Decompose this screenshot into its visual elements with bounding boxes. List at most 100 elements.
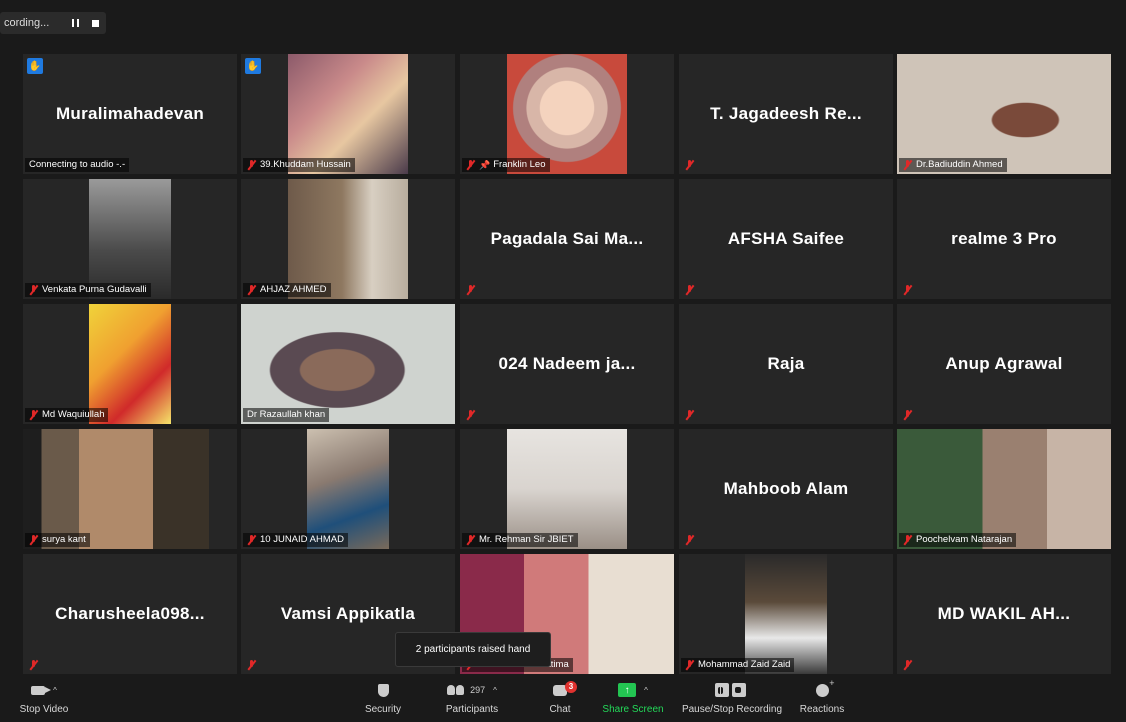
mic-muted-icon bbox=[466, 160, 475, 170]
participant-tile-afsha[interactable]: AFSHA Saifee bbox=[679, 179, 893, 299]
participant-tile-poochelvam[interactable]: Poochelvam Natarajan bbox=[897, 429, 1111, 549]
participant-tile-charusheela[interactable]: Charusheela098... bbox=[23, 554, 237, 674]
chat-label: Chat bbox=[549, 704, 571, 715]
participant-tile-surya[interactable]: surya kant bbox=[23, 429, 237, 549]
participant-name-label bbox=[899, 408, 920, 422]
participant-tile-badiuddin[interactable]: Dr.Badiuddin Ahmed bbox=[897, 54, 1111, 174]
participant-name-label bbox=[681, 408, 702, 422]
mic-muted-icon bbox=[29, 410, 38, 420]
participants-count: 297 bbox=[470, 685, 486, 695]
participant-tile-wakil[interactable]: MD WAKIL AH... bbox=[897, 554, 1111, 674]
participant-name: Mr. Rehman Sir JBIET bbox=[479, 534, 574, 545]
participant-tile-zaid[interactable]: Mohammad Zaid Zaid bbox=[679, 554, 893, 674]
mic-muted-icon bbox=[247, 660, 256, 670]
top-bar: cording... bbox=[0, 0, 1126, 44]
participant-name-label bbox=[462, 283, 483, 297]
chevron-up-icon[interactable]: ^ bbox=[493, 686, 497, 695]
chat-icon: 3 bbox=[553, 680, 577, 696]
participant-name: Mohammad Zaid Zaid bbox=[698, 659, 791, 670]
participant-tile-rehman[interactable]: Mr. Rehman Sir JBIET bbox=[460, 429, 674, 549]
participant-tile-muralimahadevan[interactable]: Muralimahadevan ✋ Connecting to audio -.- bbox=[23, 54, 237, 174]
mic-muted-icon bbox=[466, 410, 475, 420]
participant-name-label: surya kant bbox=[25, 533, 90, 547]
participant-display-name: realme 3 Pro bbox=[951, 229, 1057, 248]
chat-button[interactable]: 3 Chat bbox=[540, 676, 580, 722]
participant-tile-waquiullah[interactable]: Md Waquiullah bbox=[23, 304, 237, 424]
participant-name-label: Dr.Badiuddin Ahmed bbox=[899, 158, 1007, 172]
stop-recording-button[interactable] bbox=[88, 16, 102, 30]
mic-muted-icon bbox=[685, 285, 694, 295]
video-feed bbox=[89, 179, 171, 299]
security-button[interactable]: Security bbox=[359, 676, 407, 722]
mic-muted-icon bbox=[903, 535, 912, 545]
participant-tile-razaullah[interactable]: Dr Razaullah khan bbox=[241, 304, 455, 424]
share-screen-button[interactable]: ↑ ^ Share Screen bbox=[600, 676, 666, 722]
participant-name-label bbox=[243, 658, 264, 672]
mic-muted-icon bbox=[29, 660, 38, 670]
participant-name: 10 JUNAID AHMAD bbox=[260, 534, 344, 545]
video-feed bbox=[241, 304, 455, 424]
share-screen-label: Share Screen bbox=[602, 704, 664, 715]
stop-icon bbox=[91, 19, 99, 27]
mic-muted-icon bbox=[903, 160, 912, 170]
mic-muted-icon bbox=[685, 160, 694, 170]
participant-tile-mahboob[interactable]: Mahboob Alam bbox=[679, 429, 893, 549]
video-feed bbox=[897, 429, 1111, 549]
participant-tile-franklin[interactable]: 📌 Franklin Leo bbox=[460, 54, 674, 174]
pause-recording-button[interactable] bbox=[68, 16, 82, 30]
participant-tile-khuddam[interactable]: ✋ 39.Khuddam Hussain bbox=[241, 54, 455, 174]
video-feed bbox=[288, 179, 408, 299]
participant-tile-ahjaz[interactable]: AHJAZ AHMED bbox=[241, 179, 455, 299]
participant-tile-venkata[interactable]: Venkata Purna Gudavalli bbox=[23, 179, 237, 299]
chevron-up-icon[interactable]: ^ bbox=[644, 686, 648, 695]
participant-tile-nadeem[interactable]: 024 Nadeem ja... bbox=[460, 304, 674, 424]
mic-muted-icon bbox=[466, 285, 475, 295]
participant-name: Dr Razaullah khan bbox=[247, 409, 326, 420]
reaction-icon bbox=[815, 678, 835, 697]
mic-muted-icon bbox=[29, 285, 38, 295]
participant-tile-anup[interactable]: Anup Agrawal bbox=[897, 304, 1111, 424]
mic-muted-icon bbox=[247, 535, 256, 545]
participant-tile-realme[interactable]: realme 3 Pro bbox=[897, 179, 1111, 299]
participant-tile-jagadeesh[interactable]: T. Jagadeesh Re... bbox=[679, 54, 893, 174]
video-feed bbox=[288, 54, 408, 174]
participant-name-label: 10 JUNAID AHMAD bbox=[243, 533, 348, 547]
pause-stop-label: Pause/Stop Recording bbox=[681, 704, 783, 715]
participant-name-label: Connecting to audio -.- bbox=[25, 158, 130, 172]
participant-display-name: Raja bbox=[767, 354, 805, 373]
chat-unread-badge: 3 bbox=[565, 680, 577, 693]
pause-icon bbox=[71, 19, 79, 27]
security-label: Security bbox=[364, 704, 402, 715]
participant-name-label bbox=[681, 283, 702, 297]
participant-name: surya kant bbox=[42, 534, 86, 545]
reactions-button[interactable]: Reactions bbox=[798, 676, 846, 722]
participant-display-name: T. Jagadeesh Re... bbox=[710, 104, 862, 123]
participant-tile-raja[interactable]: Raja bbox=[679, 304, 893, 424]
participant-name: Franklin Leo bbox=[493, 159, 546, 170]
raised-hand-tooltip: 2 participants raised hand bbox=[395, 632, 551, 667]
recording-indicator: cording... bbox=[0, 12, 106, 34]
recording-label: cording... bbox=[4, 17, 50, 29]
video-feed bbox=[307, 429, 389, 549]
participant-name-label bbox=[681, 533, 702, 547]
mic-muted-icon bbox=[247, 285, 256, 295]
mic-muted-icon bbox=[685, 535, 694, 545]
participant-name-label: Venkata Purna Gudavalli bbox=[25, 283, 151, 297]
chevron-up-icon[interactable]: ^ bbox=[53, 686, 57, 695]
pin-icon: 📌 bbox=[479, 160, 491, 170]
pause-stop-recording-button[interactable]: Pause/Stop Recording bbox=[680, 676, 784, 722]
participants-label: Participants bbox=[445, 704, 499, 715]
participant-display-name: Charusheela098... bbox=[55, 604, 205, 623]
participant-display-name: Mahboob Alam bbox=[723, 479, 849, 498]
recording-controls-icon bbox=[715, 683, 749, 697]
participant-tile-pagadala[interactable]: Pagadala Sai Ma... bbox=[460, 179, 674, 299]
video-feed bbox=[89, 304, 171, 424]
participant-tile-junaid[interactable]: 10 JUNAID AHMAD bbox=[241, 429, 455, 549]
participants-button[interactable]: 297 ^ Participants bbox=[440, 676, 504, 722]
participant-name-label: Poochelvam Natarajan bbox=[899, 533, 1017, 547]
stop-video-button[interactable]: ^ Stop Video bbox=[14, 676, 74, 722]
participant-name: Md Waquiullah bbox=[42, 409, 105, 420]
mic-muted-icon bbox=[903, 410, 912, 420]
mic-muted-icon bbox=[903, 285, 912, 295]
participant-name: AHJAZ AHMED bbox=[260, 284, 327, 295]
